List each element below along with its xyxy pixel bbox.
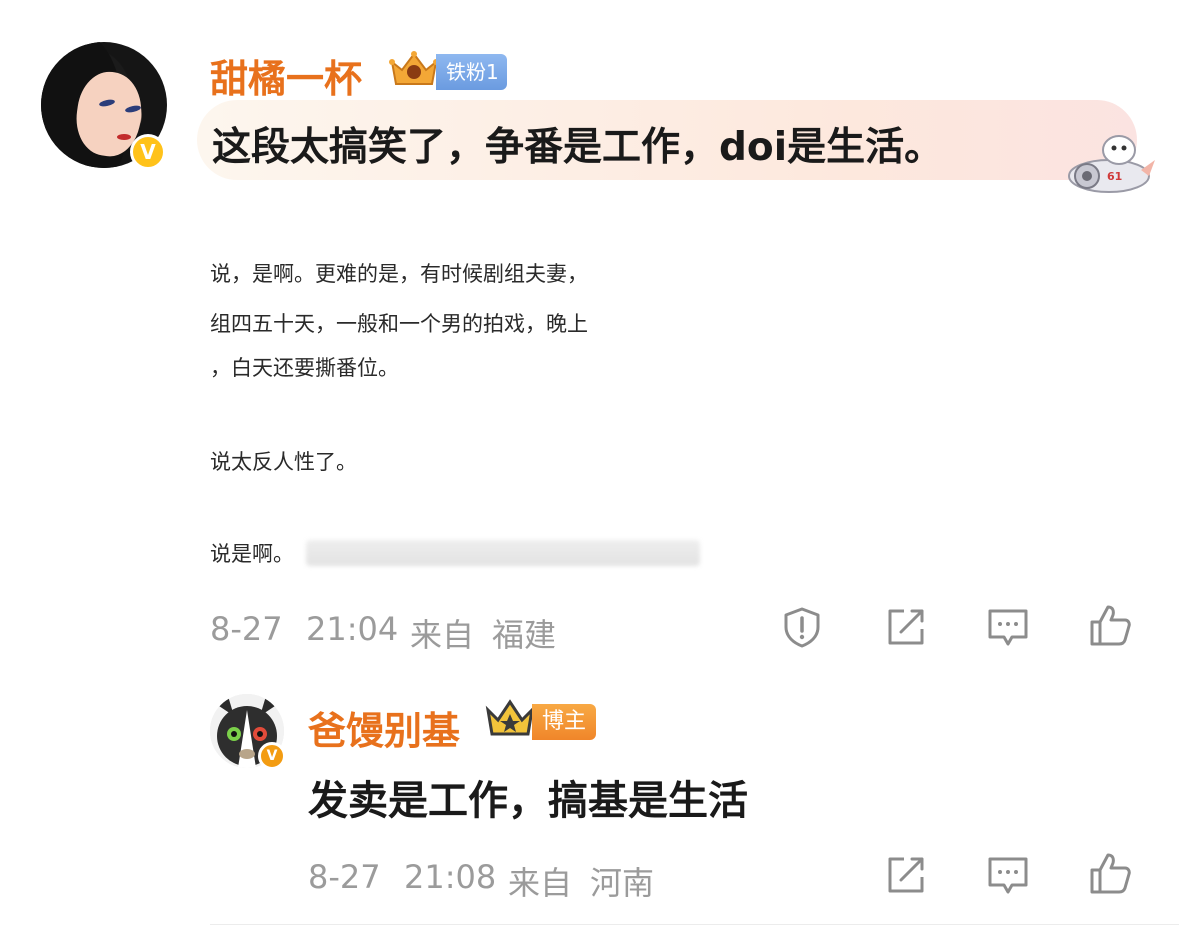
username[interactable]: 甜橘一杯: [210, 48, 362, 103]
source-label: 来自: [410, 616, 475, 654]
fan-level-badge: 铁粉1: [436, 54, 507, 90]
airplane-sticker-icon: 61: [1068, 135, 1155, 193]
report-icon[interactable]: [780, 605, 824, 649]
repost-icon[interactable]: [884, 605, 928, 649]
source-label: 来自: [508, 864, 573, 902]
quoted-text-line: 组四五十天，一般和一个男的拍戏，晚上: [210, 312, 588, 336]
fan-crown-icon: [389, 51, 439, 85]
svg-text:61: 61: [1107, 170, 1122, 183]
comment-date: 8-27: [210, 610, 283, 648]
reply-username[interactable]: 爸馒别基: [308, 700, 460, 755]
verified-badge: V: [130, 134, 166, 170]
quoted-text-line: 说是啊。: [210, 542, 294, 566]
quoted-text-line: 说太反人性了。: [210, 450, 357, 474]
divider: [210, 924, 1179, 925]
like-icon[interactable]: [1088, 851, 1132, 895]
repost-icon[interactable]: [884, 853, 928, 897]
quoted-text-line: ，白天还要撕番位。: [210, 356, 399, 380]
blurred-text: [306, 540, 700, 566]
like-icon[interactable]: [1088, 603, 1132, 647]
verified-badge: V: [258, 742, 286, 770]
reply-location: 河南: [590, 864, 655, 902]
reply-time: 21:08: [404, 858, 497, 896]
reply-date: 8-27: [308, 858, 381, 896]
comment-location: 福建: [492, 616, 557, 654]
comment-icon[interactable]: [986, 605, 1030, 649]
comment-time: 21:04: [306, 610, 399, 648]
reply-text: 发卖是工作，搞基是生活: [308, 778, 748, 824]
comment-icon[interactable]: [986, 853, 1030, 897]
quoted-text-line: 说，是啊。更难的是，有时候剧组夫妻，: [210, 262, 588, 286]
blogger-badge: 博主: [532, 704, 597, 740]
avatar-lips: [117, 134, 131, 140]
comment-text: 这段太搞笑了，争番是工作，doi是生活。: [212, 125, 944, 170]
blogger-crown-icon: [485, 699, 535, 736]
